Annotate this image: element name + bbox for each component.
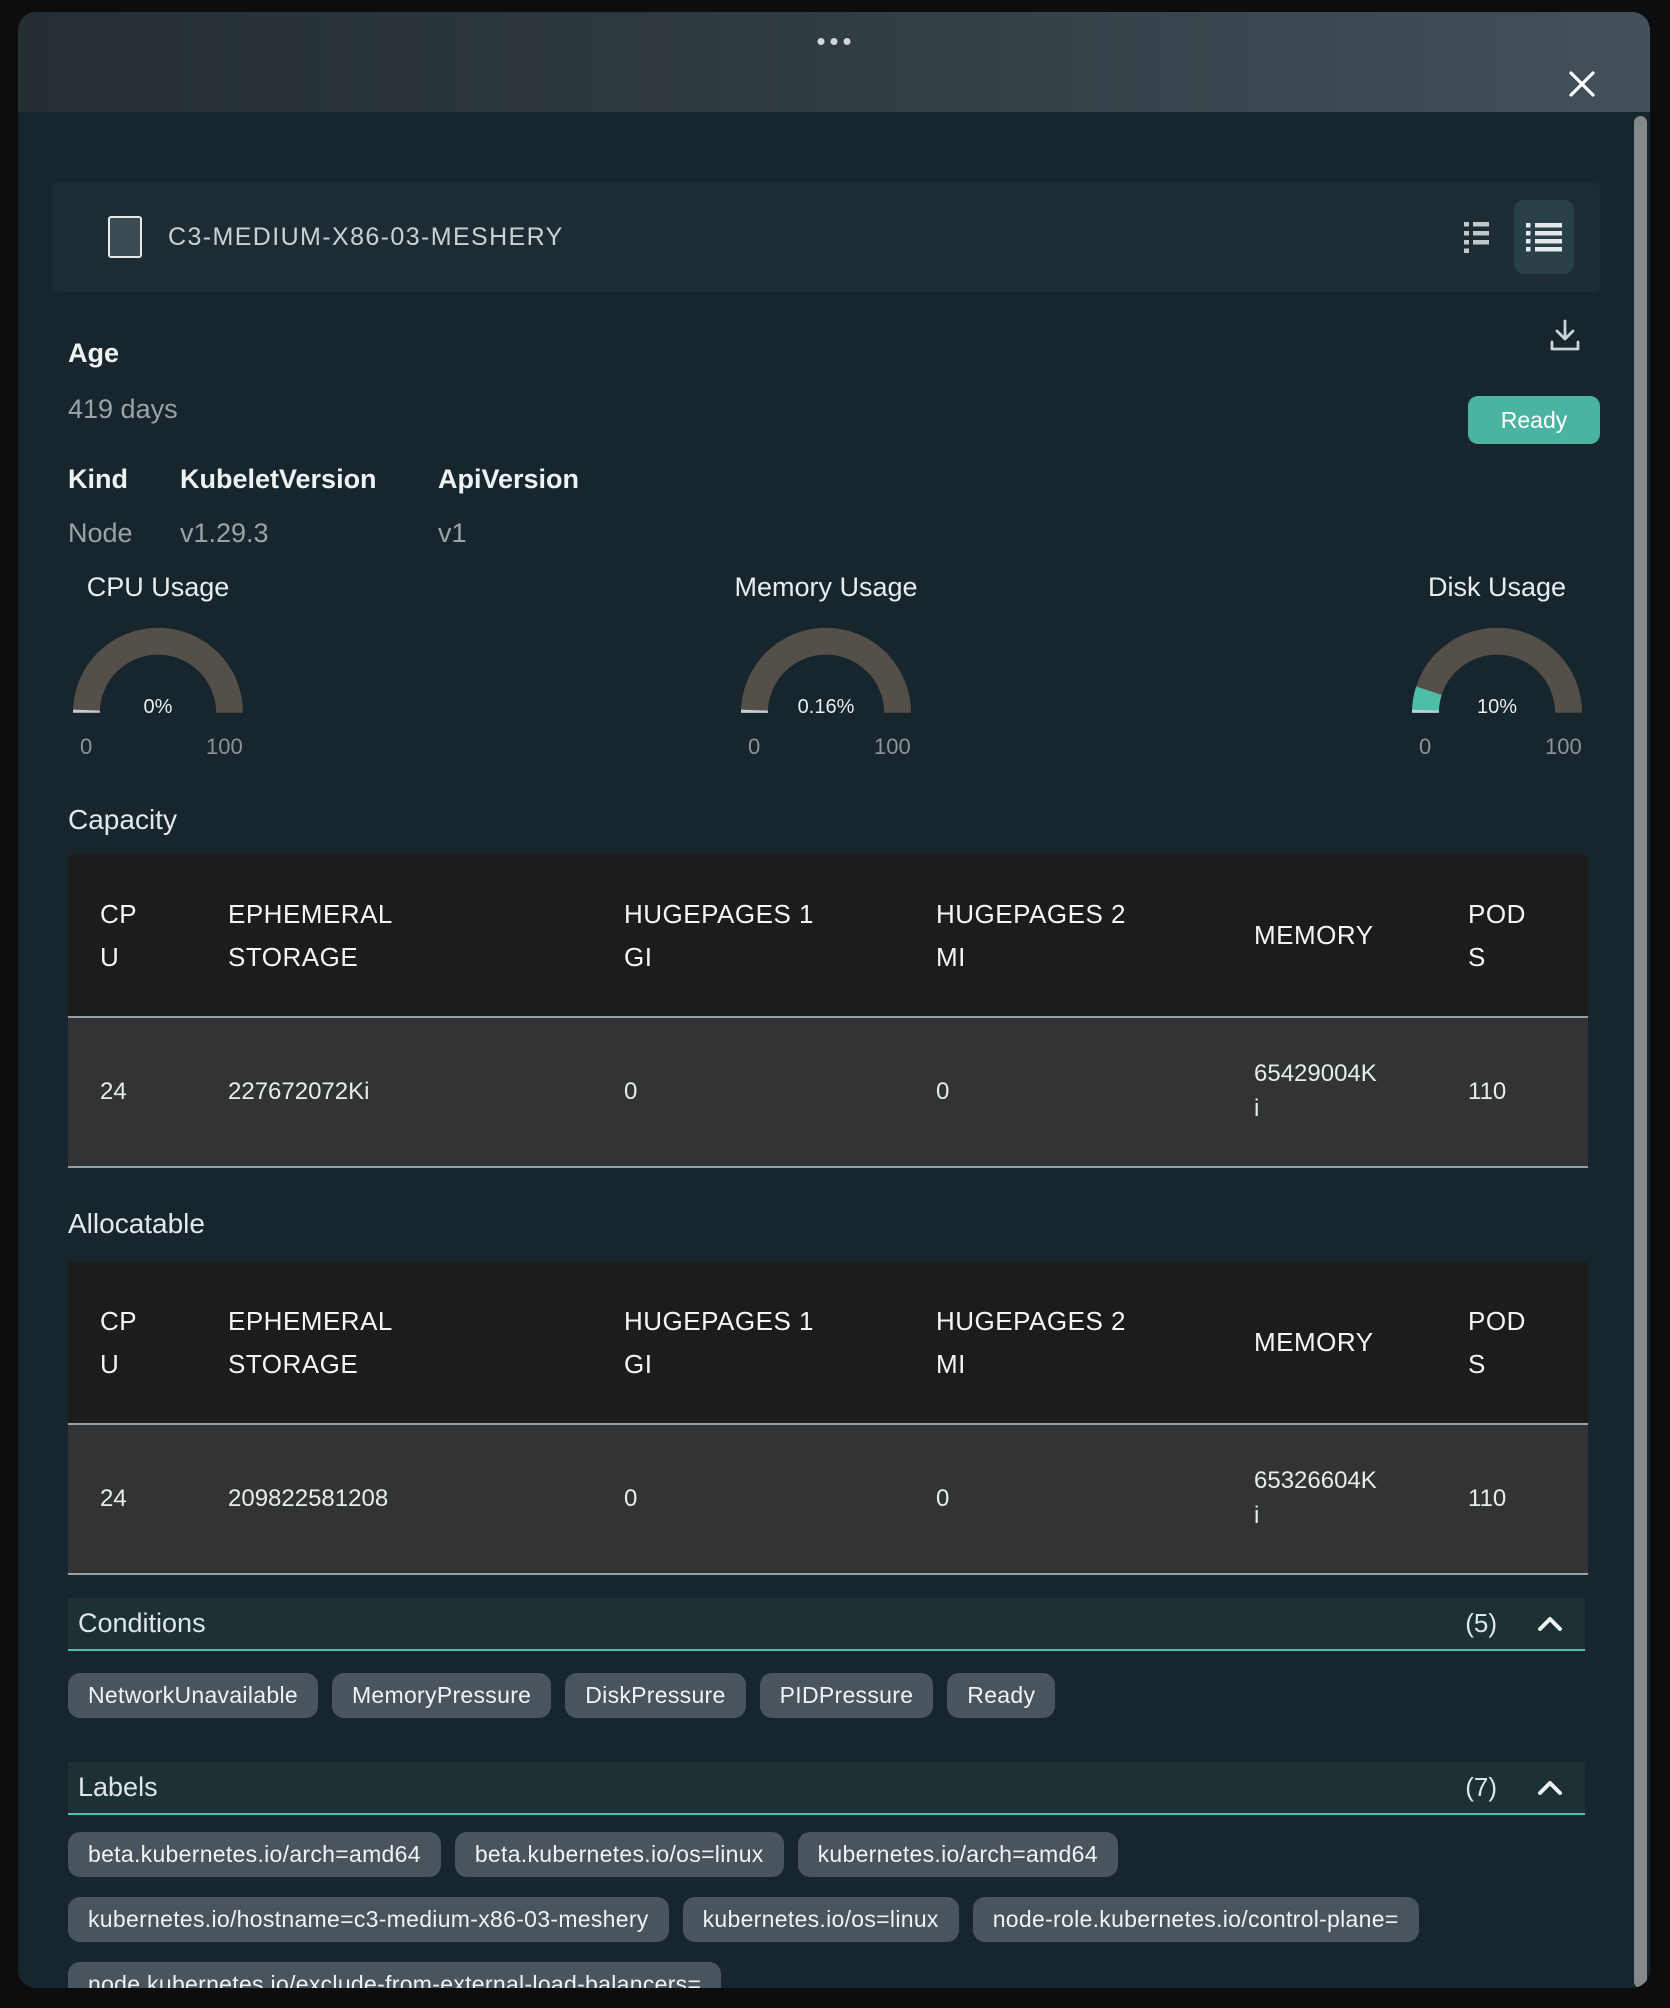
memory-gauge-min: 0 xyxy=(748,734,760,760)
memory-usage-value: 0.16% xyxy=(726,696,926,719)
allocatable-hugepages-1gi-value: 0 xyxy=(592,1424,904,1574)
labels-chip-row: beta.kubernetes.io/arch=amd64 beta.kuber… xyxy=(68,1832,1118,1877)
kubelet-version-label: KubeletVersion xyxy=(180,464,377,495)
capacity-memory-value: 65429004Ki xyxy=(1222,1017,1436,1167)
list-view-icon xyxy=(1526,222,1562,252)
allocatable-col-pods: PODS xyxy=(1436,1262,1588,1424)
conditions-section-header[interactable]: Conditions (5) xyxy=(68,1598,1585,1651)
cpu-usage-gauge: CPU Usage 0% 0 100 xyxy=(58,572,258,784)
close-icon[interactable] xyxy=(1566,68,1598,100)
allocatable-col-hugepages-2mi: HUGEPAGES 2 MI xyxy=(904,1262,1222,1424)
labels-heading: Labels xyxy=(78,1772,158,1803)
status-badge: Ready xyxy=(1468,396,1600,444)
age-value: 419 days xyxy=(68,394,178,425)
download-icon[interactable] xyxy=(1548,318,1582,354)
capacity-cpu-value: 24 xyxy=(68,1017,196,1167)
capacity-hugepages-2mi-value: 0 xyxy=(904,1017,1222,1167)
label-chip[interactable]: kubernetes.io/hostname=c3-medium-x86-03-… xyxy=(68,1897,669,1942)
allocatable-heading: Allocatable xyxy=(68,1208,205,1240)
scrollbar-thumb[interactable] xyxy=(1634,116,1647,1988)
capacity-col-cpu: CPU xyxy=(68,855,196,1017)
api-version-label: ApiVersion xyxy=(438,464,579,495)
capacity-header-row: CPU EPHEMERAL STORAGE HUGEPAGES 1 GI HUG… xyxy=(68,855,1588,1017)
allocatable-col-ephemeral-storage: EPHEMERAL STORAGE xyxy=(196,1262,592,1424)
conditions-count: (5) xyxy=(1465,1608,1497,1639)
allocatable-ephemeral-storage-value: 209822581208 xyxy=(196,1424,592,1574)
allocatable-header-row: CPU EPHEMERAL STORAGE HUGEPAGES 1 GI HUG… xyxy=(68,1262,1588,1424)
chevron-up-icon xyxy=(1537,1616,1563,1632)
conditions-heading: Conditions xyxy=(78,1608,206,1639)
allocatable-row: 24 209822581208 0 0 65326604Ki 110 xyxy=(68,1424,1588,1574)
api-version-value: v1 xyxy=(438,518,467,549)
conditions-chip-row: NetworkUnavailable MemoryPressure DiskPr… xyxy=(68,1673,1055,1718)
chevron-up-icon xyxy=(1537,1780,1563,1796)
memory-usage-gauge: Memory Usage 0.16% 0 100 xyxy=(726,572,926,784)
allocatable-pods-value: 110 xyxy=(1436,1424,1588,1574)
capacity-col-ephemeral-storage: EPHEMERAL STORAGE xyxy=(196,855,592,1017)
memory-usage-title: Memory Usage xyxy=(726,572,926,603)
condition-chip[interactable]: MemoryPressure xyxy=(332,1673,551,1718)
node-header-card: C3-MEDIUM-X86-03-MESHERY xyxy=(52,182,1600,292)
capacity-heading: Capacity xyxy=(68,804,177,836)
labels-section-header[interactable]: Labels (7) xyxy=(68,1762,1585,1815)
kubelet-version-value: v1.29.3 xyxy=(180,518,269,549)
capacity-row: 24 227672072Ki 0 0 65429004Ki 110 xyxy=(68,1017,1588,1167)
condition-chip[interactable]: NetworkUnavailable xyxy=(68,1673,318,1718)
capacity-ephemeral-storage-value: 227672072Ki xyxy=(196,1017,592,1167)
label-chip[interactable]: node-role.kubernetes.io/control-plane= xyxy=(973,1897,1419,1942)
allocatable-memory-value: 65326604Ki xyxy=(1222,1424,1436,1574)
allocatable-col-cpu: CPU xyxy=(68,1262,196,1424)
allocatable-col-hugepages-1gi: HUGEPAGES 1 GI xyxy=(592,1262,904,1424)
capacity-col-hugepages-1gi: HUGEPAGES 1 GI xyxy=(592,855,904,1017)
flat-view-icon[interactable] xyxy=(1464,221,1490,253)
capacity-table: CPU EPHEMERAL STORAGE HUGEPAGES 1 GI HUG… xyxy=(68,855,1588,1168)
capacity-pods-value: 110 xyxy=(1436,1017,1588,1167)
label-chip[interactable]: beta.kubernetes.io/os=linux xyxy=(455,1832,784,1877)
condition-chip[interactable]: DiskPressure xyxy=(565,1673,745,1718)
cpu-gauge-max: 100 xyxy=(206,734,243,760)
disk-usage-gauge: Disk Usage 10% 0 100 xyxy=(1397,572,1597,784)
label-chip[interactable]: kubernetes.io/arch=amd64 xyxy=(798,1832,1118,1877)
list-view-button[interactable] xyxy=(1514,200,1574,274)
page: { "header": { "title": "C3-MEDIUM-X86-03… xyxy=(0,0,1670,2008)
node-title: C3-MEDIUM-X86-03-MESHERY xyxy=(168,223,564,252)
allocatable-col-memory: MEMORY xyxy=(1222,1262,1436,1424)
cpu-usage-title: CPU Usage xyxy=(58,572,258,603)
capacity-hugepages-1gi-value: 0 xyxy=(592,1017,904,1167)
cpu-gauge-min: 0 xyxy=(80,734,92,760)
label-chip[interactable]: kubernetes.io/os=linux xyxy=(683,1897,959,1942)
allocatable-hugepages-2mi-value: 0 xyxy=(904,1424,1222,1574)
age-label: Age xyxy=(68,338,119,369)
labels-chip-row: node.kubernetes.io/exclude-from-external… xyxy=(68,1962,721,1988)
allocatable-table: CPU EPHEMERAL STORAGE HUGEPAGES 1 GI HUG… xyxy=(68,1262,1588,1575)
kind-value: Node xyxy=(68,518,133,549)
condition-chip[interactable]: PIDPressure xyxy=(760,1673,934,1718)
labels-count: (7) xyxy=(1465,1772,1497,1803)
modal-title-bar xyxy=(18,12,1650,112)
drag-handle-dots-icon[interactable] xyxy=(818,38,851,45)
cpu-usage-value: 0% xyxy=(58,696,258,719)
disk-usage-value: 10% xyxy=(1397,696,1597,719)
disk-gauge-max: 100 xyxy=(1545,734,1582,760)
labels-chip-row: kubernetes.io/hostname=c3-medium-x86-03-… xyxy=(68,1897,1419,1942)
label-chip[interactable]: beta.kubernetes.io/arch=amd64 xyxy=(68,1832,441,1877)
node-details-modal: C3-MEDIUM-X86-03-MESHERY Age 419 days xyxy=(18,12,1650,1988)
node-select-checkbox[interactable] xyxy=(108,216,142,258)
conditions-collapse-button[interactable] xyxy=(1537,1616,1563,1632)
disk-gauge-min: 0 xyxy=(1419,734,1431,760)
capacity-col-hugepages-2mi: HUGEPAGES 2 MI xyxy=(904,855,1222,1017)
label-chip[interactable]: node.kubernetes.io/exclude-from-external… xyxy=(68,1962,721,1988)
capacity-col-pods: PODS xyxy=(1436,855,1588,1017)
capacity-col-memory: MEMORY xyxy=(1222,855,1436,1017)
memory-gauge-max: 100 xyxy=(874,734,911,760)
disk-usage-title: Disk Usage xyxy=(1397,572,1597,603)
labels-collapse-button[interactable] xyxy=(1537,1780,1563,1796)
allocatable-cpu-value: 24 xyxy=(68,1424,196,1574)
condition-chip[interactable]: Ready xyxy=(947,1673,1055,1718)
kind-label: Kind xyxy=(68,464,128,495)
